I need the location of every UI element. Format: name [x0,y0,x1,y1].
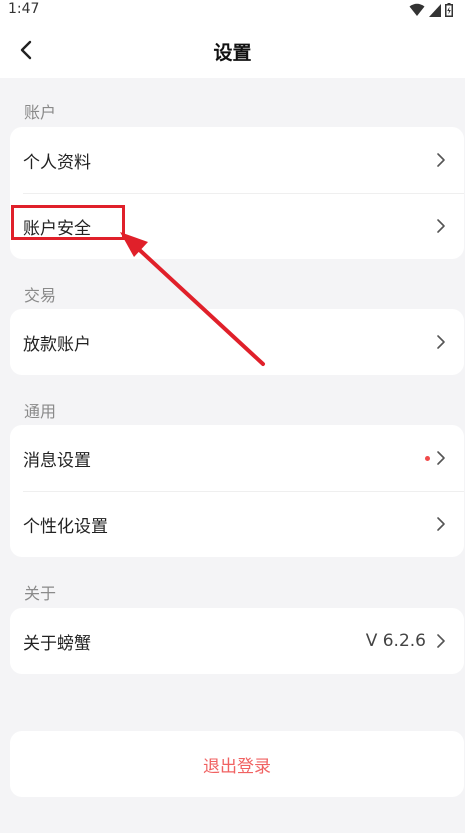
wifi-icon [409,3,425,16]
section-header-general: 通用 [24,402,57,421]
signal-icon [429,4,441,17]
status-time: 1:47 [8,1,40,17]
chevron-right-icon [437,153,445,167]
chevron-right-icon [437,634,445,648]
row-about-app[interactable]: 关于螃蟹 V 6.2.6 [10,608,464,674]
logout-button[interactable]: 退出登录 [10,731,464,797]
chevron-right-icon [437,451,445,465]
card-about: 关于螃蟹 V 6.2.6 [10,608,464,674]
notification-dot [425,455,430,461]
row-personal-info[interactable]: 个人资料 [10,127,464,193]
version-value: V 6.2.6 [365,631,426,651]
annotation-highlight-box [11,205,125,240]
row-label: 个性化设置 [23,516,108,537]
row-label: 放款账户 [23,334,91,355]
row-label: 关于螃蟹 [23,633,91,654]
card-trade: 放款账户 [10,309,464,375]
status-icons [409,3,453,17]
section-header-about: 关于 [24,584,57,603]
chevron-right-icon [437,517,445,531]
annotation-arrow-icon [120,232,265,366]
row-label: 消息设置 [23,450,91,471]
row-message-settings[interactable]: 消息设置 [10,425,464,491]
card-general: 消息设置 个性化设置 [10,425,464,557]
chevron-right-icon [437,219,445,233]
battery-icon [445,3,453,17]
section-header-account: 账户 [24,103,57,122]
row-personalization-settings[interactable]: 个性化设置 [10,491,464,557]
status-bar: 1:47 [0,0,465,22]
row-label: 个人资料 [23,152,91,173]
page-title: 设置 [213,42,252,64]
nav-bar: 设置 [0,22,465,78]
section-header-trade: 交易 [24,286,57,305]
chevron-right-icon [437,335,445,349]
row-loan-account[interactable]: 放款账户 [10,309,464,375]
